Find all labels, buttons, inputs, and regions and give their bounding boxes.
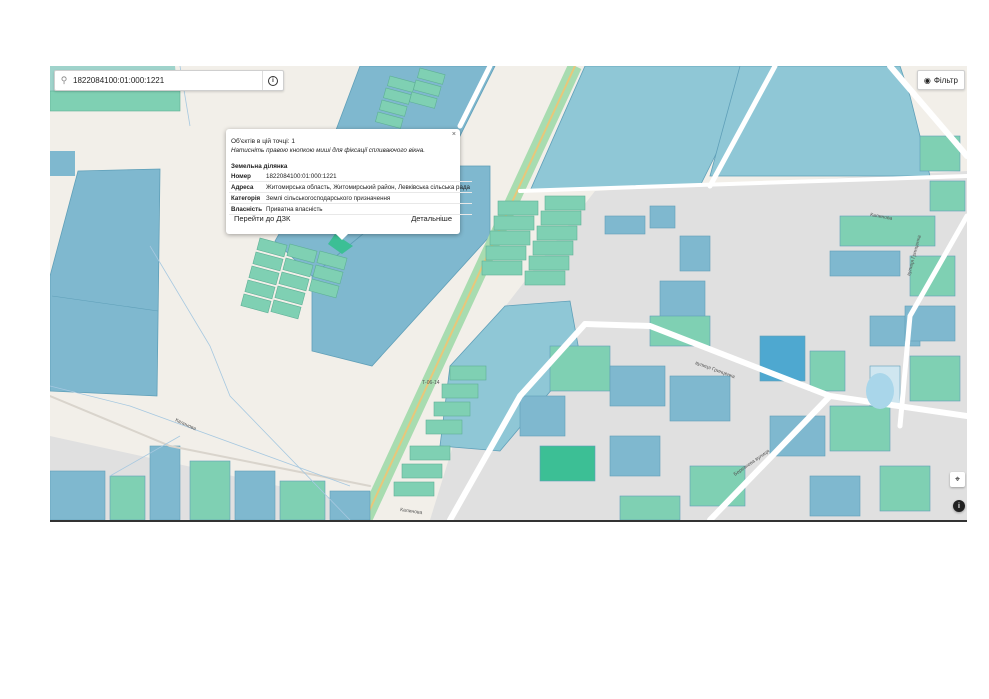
- attr-key: Категорія: [229, 192, 265, 204]
- table-row: Номер 1822084100:01:000:1221: [229, 171, 472, 182]
- parcel-blue: [50, 168, 161, 397]
- pond: [866, 373, 894, 409]
- search-icon: ⚲: [60, 75, 68, 85]
- crosshair-icon: ⌖: [954, 474, 961, 484]
- search-input[interactable]: [73, 76, 253, 85]
- filter-button[interactable]: ◉ Фільтр: [916, 70, 965, 90]
- popup-actions: Перейти до ДЗК Детальніше: [226, 214, 460, 228]
- search-bar: ⚲ i: [54, 70, 284, 91]
- popup-hint: Натисніть правою кнопкою миші для фіксац…: [231, 147, 425, 154]
- table-row: Категорія Землі сільськогосподарського п…: [229, 192, 472, 204]
- goto-dzk-link[interactable]: Перейти до ДЗК: [234, 214, 290, 223]
- attr-value: 1822084100:01:000:1221: [264, 171, 472, 182]
- parcel: [50, 151, 75, 176]
- popup-object-count: Об'єктів в цій точці: 1: [231, 138, 295, 145]
- attribution-button[interactable]: i: [953, 500, 965, 512]
- info-icon: i: [958, 502, 960, 510]
- attr-key: Номер: [229, 171, 265, 182]
- attr-value: Приватна власність: [264, 203, 472, 215]
- filter-button-label: Фільтр: [933, 75, 958, 85]
- search-info-button[interactable]: i: [262, 71, 283, 90]
- attr-key: Адреса: [229, 181, 265, 193]
- details-link[interactable]: Детальніше: [411, 214, 452, 223]
- popup-attributes-table: Номер 1822084100:01:000:1221 Адреса Жито…: [229, 171, 472, 215]
- map-canvas[interactable]: Т-06-14 вулиця Гринценка Березнева вулиц…: [50, 66, 967, 520]
- map-label-street-4: Калинова: [174, 417, 197, 432]
- map-label-street-6: Калинова: [400, 507, 423, 516]
- info-icon: i: [268, 75, 278, 86]
- close-icon[interactable]: ×: [452, 131, 456, 138]
- popup-section-title: Земельна ділянка: [231, 163, 288, 170]
- popup-pointer: [336, 234, 348, 240]
- attr-value: Землі сільськогосподарського призначення: [264, 192, 472, 204]
- layers-icon: ◉: [923, 75, 931, 85]
- attr-key: Власність: [229, 203, 265, 215]
- map-viewport[interactable]: Т-06-14 вулиця Гринценка Березнева вулиц…: [50, 66, 967, 522]
- attr-value: Житомирська область, Житомирський район,…: [264, 181, 472, 193]
- map-label-highway: Т-06-14: [422, 380, 440, 386]
- feature-popup: × Об'єктів в цій точці: 1 Натисніть прав…: [226, 129, 472, 240]
- table-row: Власність Приватна власність: [229, 203, 472, 215]
- locate-button[interactable]: ⌖: [950, 472, 965, 487]
- table-row: Адреса Житомирська область, Житомирський…: [229, 181, 472, 193]
